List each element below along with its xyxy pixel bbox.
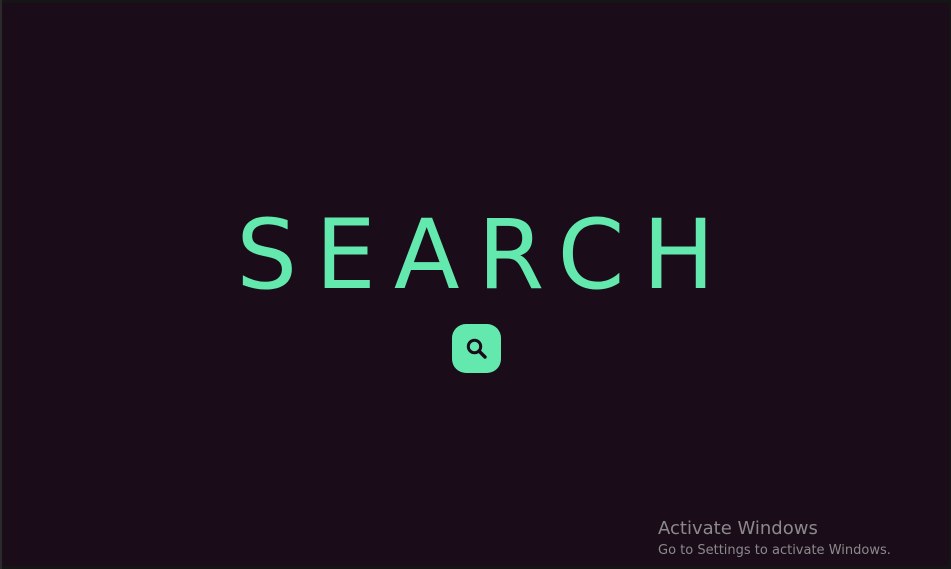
search-icon — [465, 337, 489, 361]
page-background: SEARCH Activate Windows Go to Settings t… — [2, 3, 949, 566]
watermark-title: Activate Windows — [658, 518, 818, 539]
watermark-subtitle: Go to Settings to activate Windows. — [658, 543, 891, 558]
page-title: SEARCH — [236, 199, 733, 311]
search-button[interactable] — [452, 324, 501, 373]
activation-watermark: Activate Windows Go to Settings to activ… — [658, 517, 891, 561]
